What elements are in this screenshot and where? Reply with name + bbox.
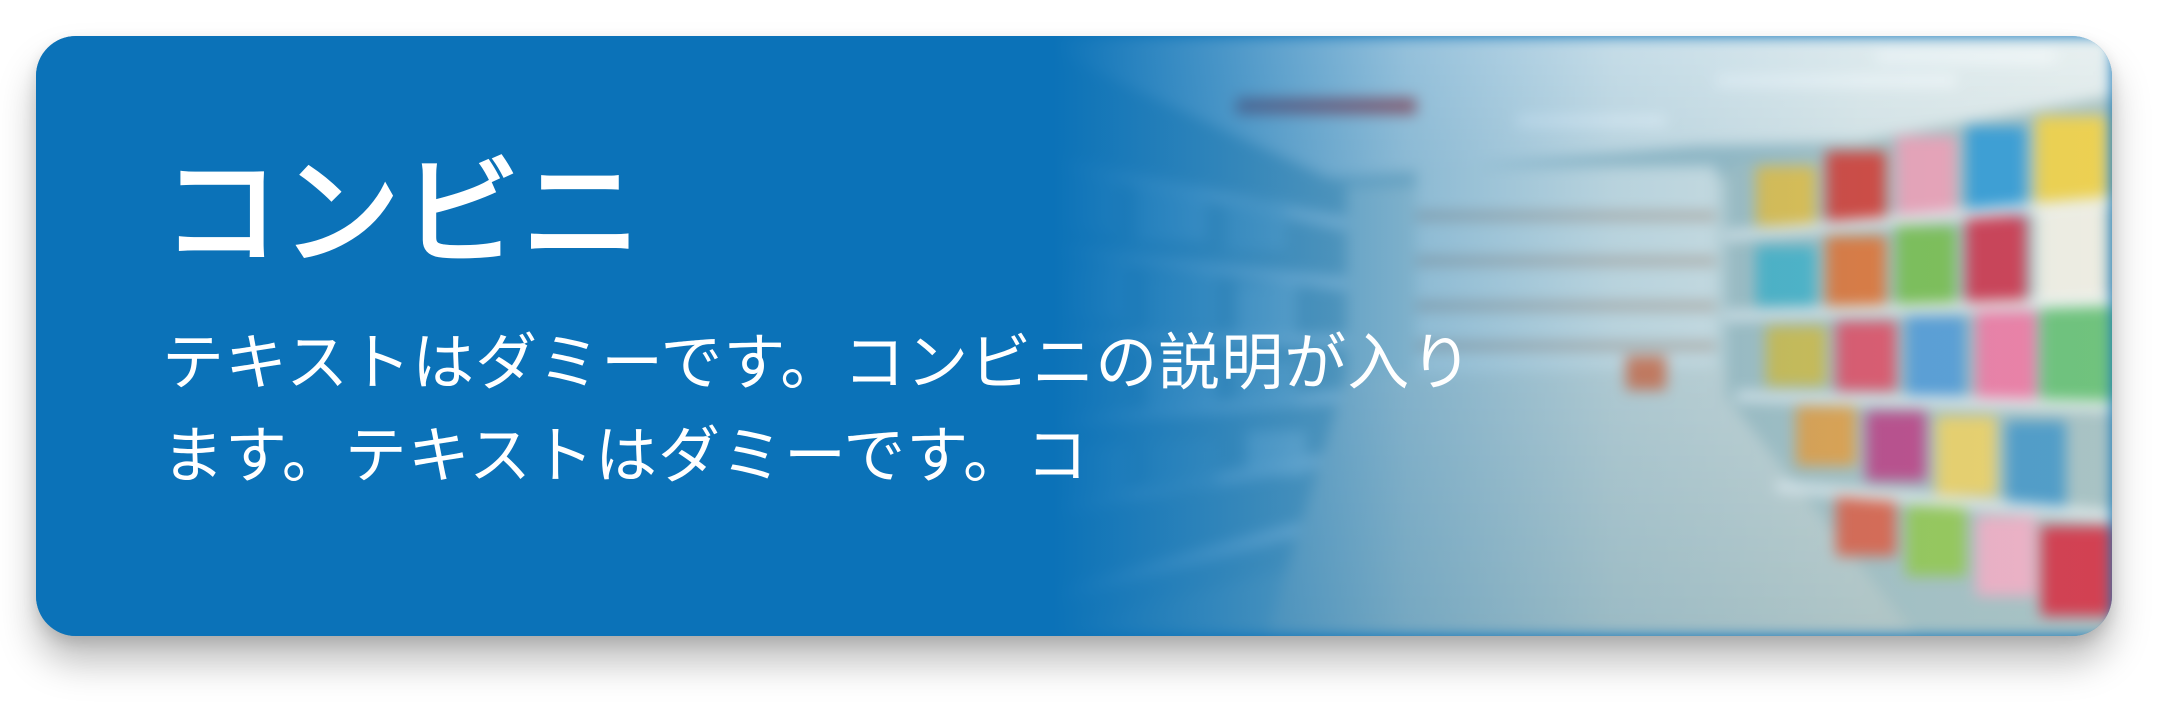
card-description: テキストはダミーです。コンビニの説明が入ります。テキストはダミーです。コ <box>162 326 1474 492</box>
card-content: コンビニ テキストはダミーです。コンビニの説明が入ります。テキストはダミーです。… <box>162 154 1542 502</box>
card-title: コンビニ <box>162 144 643 282</box>
page: コンビニ テキストはダミーです。コンビニの説明が入ります。テキストはダミーです。… <box>0 0 2180 704</box>
category-card[interactable]: コンビニ テキストはダミーです。コンビニの説明が入ります。テキストはダミーです。… <box>36 36 2112 636</box>
